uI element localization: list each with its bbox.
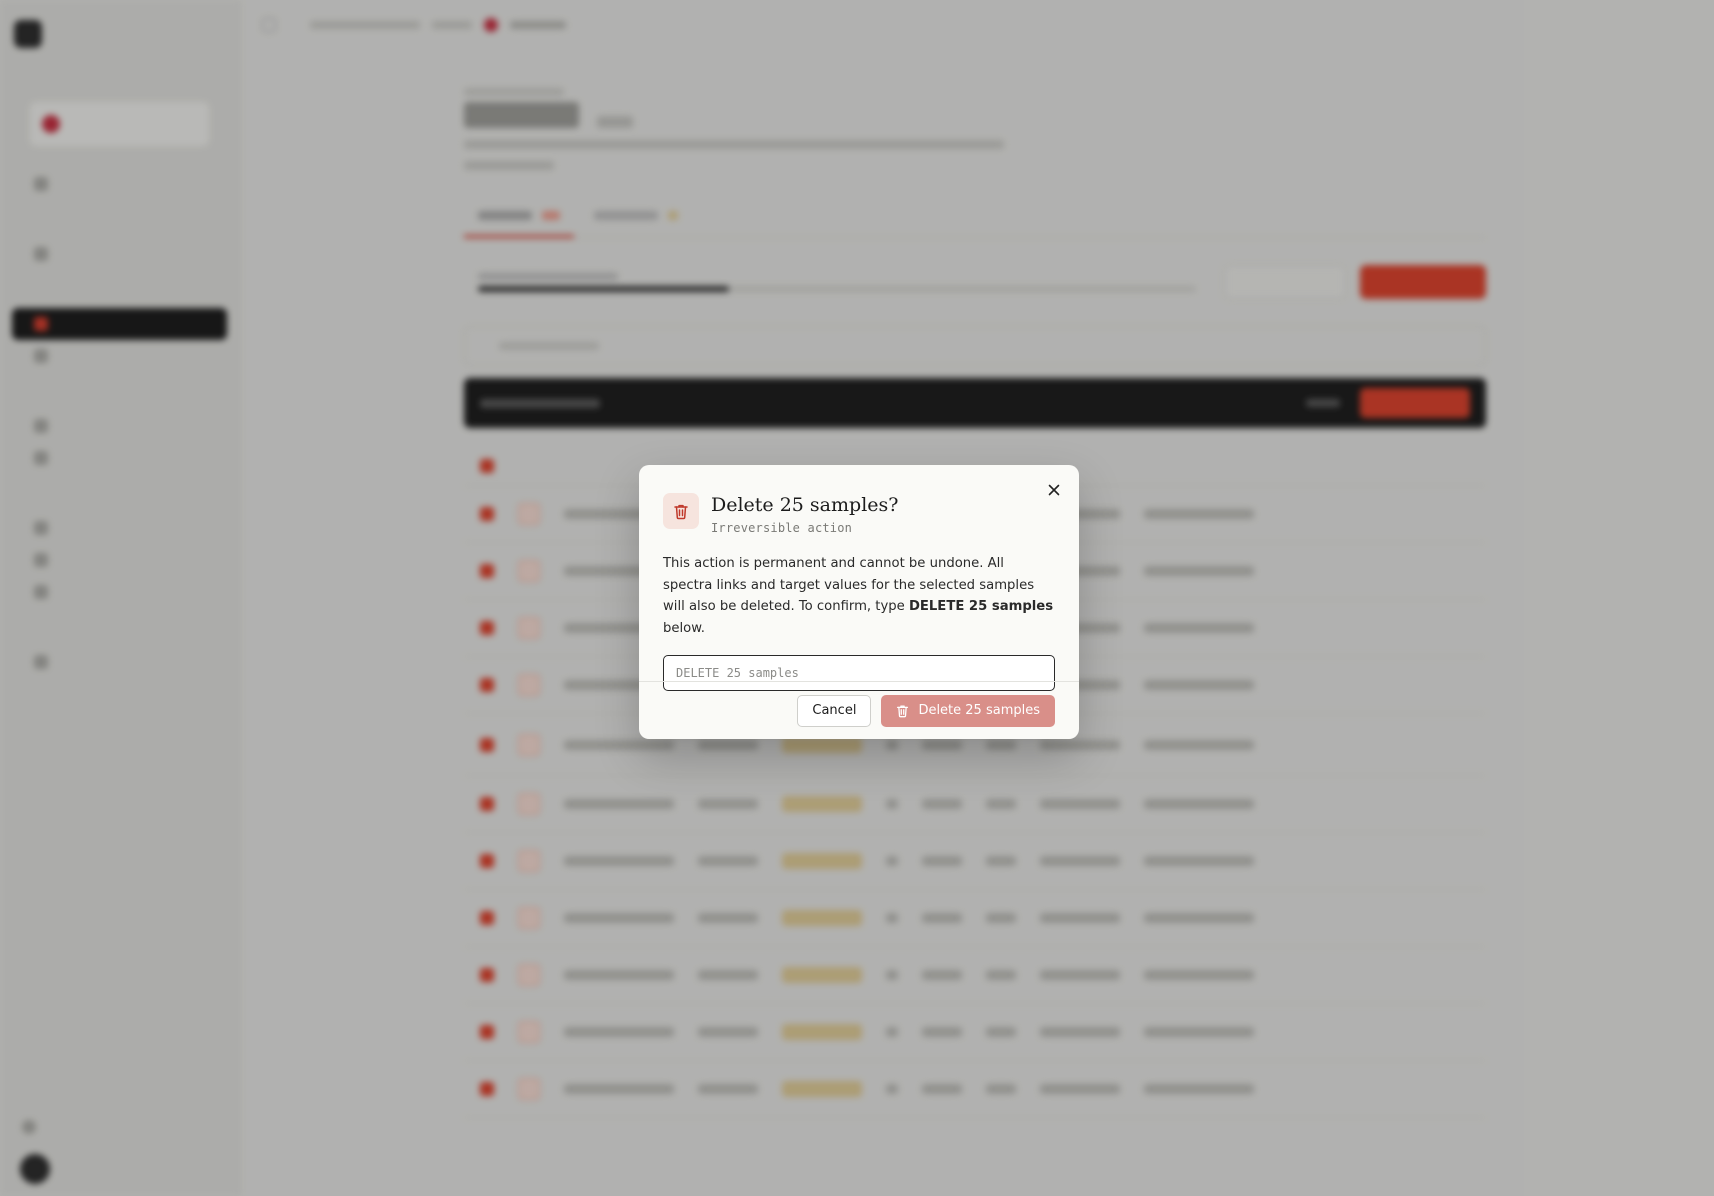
trash-icon [663,493,699,529]
close-icon [1048,484,1060,496]
close-button[interactable] [1043,479,1065,501]
dialog-header: Delete 25 samples? Irreversible action [639,465,1079,535]
dialog-message-suffix: below. [663,620,705,636]
confirm-phrase: DELETE 25 samples [908,599,1054,614]
dialog-message: This action is permanent and cannot be u… [639,535,1079,639]
dialog-footer: Cancel Delete 25 samples [639,681,1079,739]
trash-icon [897,705,909,717]
cancel-button[interactable]: Cancel [797,694,872,727]
dialog-subtitle: Irreversible action [711,521,853,535]
delete-button-label: Delete 25 samples [918,703,1040,718]
delete-confirm-dialog: Delete 25 samples? Irreversible action T… [639,465,1079,739]
delete-samples-button[interactable]: Delete 25 samples [881,694,1055,727]
dialog-title: Delete 25 samples? [711,494,899,516]
